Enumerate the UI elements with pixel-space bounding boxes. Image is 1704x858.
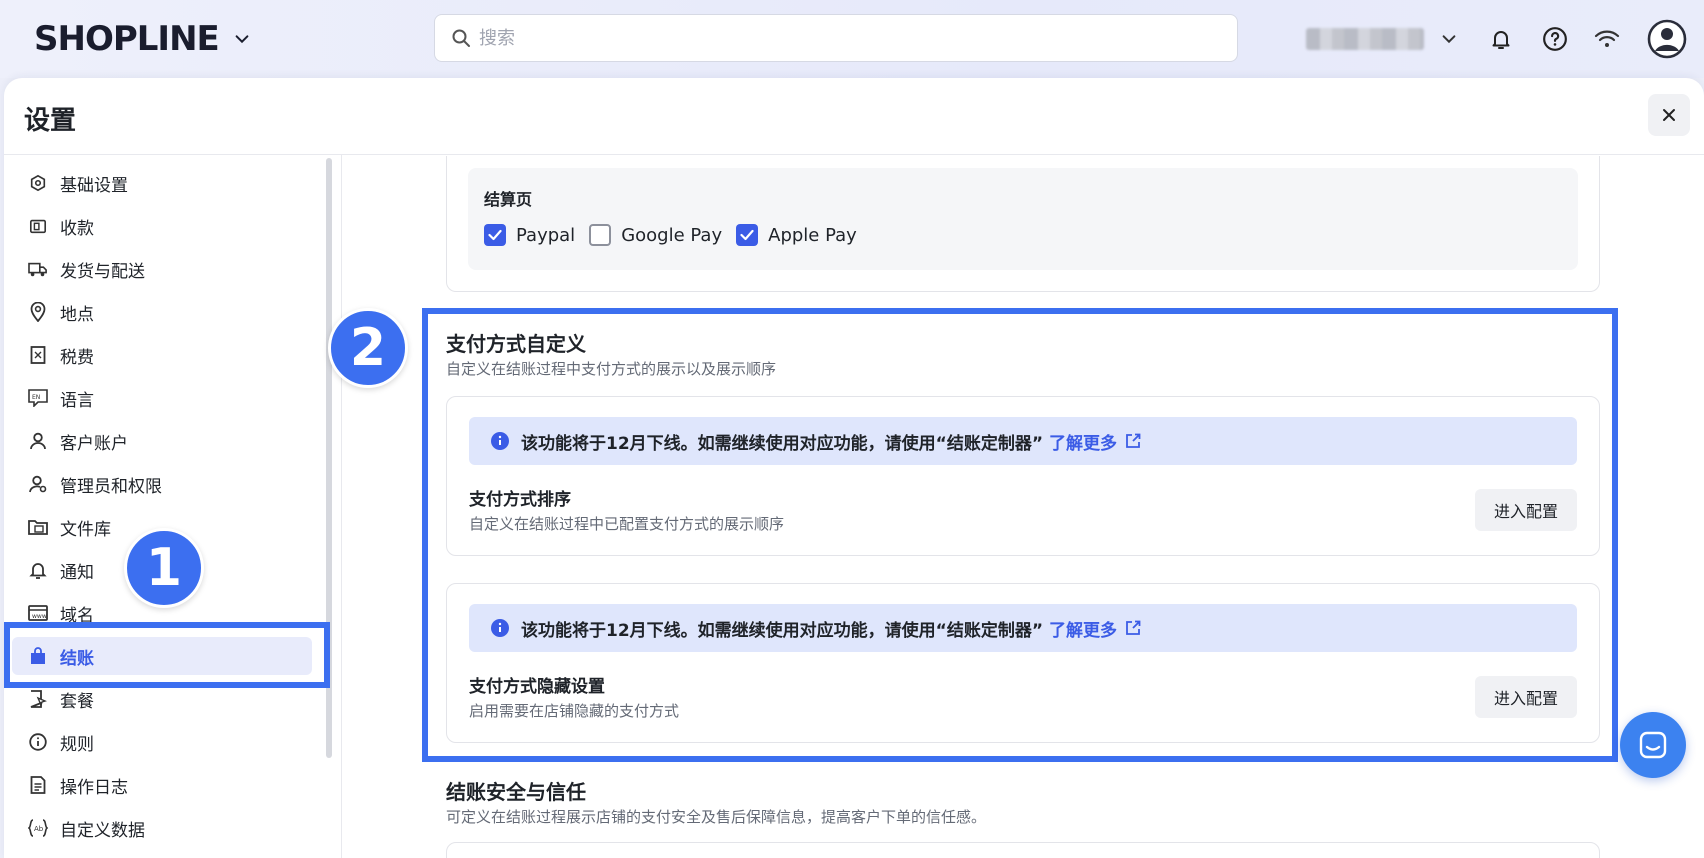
security-subtitle: 可定义在结账过程展示店铺的支付安全及售后保障信息，提高客户下单的信任感。 xyxy=(446,808,987,826)
logo-text: SHOPLINE xyxy=(34,19,220,59)
sidebar-item-locations[interactable]: 地点 xyxy=(12,293,312,331)
custom-data-icon: Ab xyxy=(28,818,48,838)
location-pin-icon xyxy=(28,302,48,322)
language-icon: EN xyxy=(28,388,48,408)
sidebar-item-label: 收款 xyxy=(60,218,94,239)
sidebar-item-label: 文件库 xyxy=(60,519,111,540)
highlight-box-checkout xyxy=(4,622,330,688)
sidebar-item-custom-data[interactable]: Ab 自定义数据 xyxy=(12,809,312,847)
close-icon xyxy=(1663,109,1675,121)
checkbox-checked-icon[interactable] xyxy=(484,224,506,246)
chevron-down-icon[interactable] xyxy=(233,30,251,48)
top-bar: SHOPLINE xyxy=(0,0,1704,78)
checkbox-label: Paypal xyxy=(516,224,576,246)
sidebar-item-label: 税费 xyxy=(60,347,94,368)
sidebar-item-label: 发货与配送 xyxy=(60,261,145,282)
sidebar-item-basic-settings[interactable]: 基础设置 xyxy=(12,164,312,202)
sidebar-item-label: 操作日志 xyxy=(60,777,128,798)
checkout-page-box: 结算页 Paypal Google Pay Apple Pay xyxy=(468,168,1578,270)
checkbox-label: Google Pay xyxy=(621,224,723,246)
folder-icon xyxy=(28,517,48,537)
user-icon xyxy=(28,431,48,451)
help-icon[interactable] xyxy=(1538,22,1572,56)
payment-checkboxes: Paypal Google Pay Apple Pay xyxy=(484,224,871,246)
step-badge-1: 1 xyxy=(124,528,204,608)
sidebar-item-label: 语言 xyxy=(60,390,94,411)
sidebar-item-admins[interactable]: 管理员和权限 xyxy=(12,465,312,503)
sidebar-item-label: 自定义数据 xyxy=(60,820,145,841)
svg-text:EN: EN xyxy=(32,394,40,401)
sidebar-item-customer-accounts[interactable]: 客户账户 xyxy=(12,422,312,460)
log-icon xyxy=(28,775,48,795)
settings-hexagon-icon xyxy=(28,173,48,193)
sidebar-item-label: 套餐 xyxy=(60,691,94,712)
search-bar[interactable] xyxy=(434,14,1238,62)
chat-support-button[interactable] xyxy=(1620,712,1686,778)
truck-icon xyxy=(28,259,48,279)
sidebar-item-shipping[interactable]: 发货与配送 xyxy=(12,250,312,288)
checkbox-label: Apple Pay xyxy=(768,224,857,246)
security-card xyxy=(446,842,1600,858)
wallet-icon xyxy=(28,216,48,236)
highlight-box-payment-custom xyxy=(422,308,1618,762)
shopline-logo[interactable]: SHOPLINE xyxy=(34,18,251,60)
wifi-icon[interactable] xyxy=(1590,22,1624,56)
sidebar-item-activity-log[interactable]: 操作日志 xyxy=(12,766,312,804)
avatar[interactable] xyxy=(1646,18,1688,60)
sidebar-item-label: 基础设置 xyxy=(60,175,128,196)
search-icon xyxy=(452,29,470,47)
sidebar-item-payments[interactable]: 收款 xyxy=(12,207,312,245)
chat-icon xyxy=(1639,731,1667,759)
bell-icon xyxy=(28,560,48,580)
security-title: 结账安全与信任 xyxy=(446,780,586,804)
paypal-checkbox[interactable]: Paypal xyxy=(484,224,575,246)
notification-bell-icon[interactable] xyxy=(1484,22,1518,56)
info-circle-icon xyxy=(28,732,48,752)
sidebar-item-rules[interactable]: 规则 xyxy=(12,723,312,761)
sidebar-item-label: 地点 xyxy=(60,304,94,325)
sidebar-item-label: 规则 xyxy=(60,734,94,755)
sidebar-item-label: 客户账户 xyxy=(60,433,128,454)
close-button[interactable] xyxy=(1648,94,1690,136)
step-badge-2: 2 xyxy=(328,308,408,388)
checkout-page-label: 结算页 xyxy=(484,190,533,209)
svg-text:www: www xyxy=(32,613,47,620)
checkbox-unchecked-icon[interactable] xyxy=(589,224,612,246)
apple-pay-checkbox[interactable]: Apple Pay xyxy=(736,224,857,246)
store-name-redacted[interactable] xyxy=(1306,28,1424,50)
svg-text:Ab: Ab xyxy=(34,825,44,833)
google-pay-checkbox[interactable]: Google Pay xyxy=(589,224,722,246)
sidebar-item-label: 通知 xyxy=(60,562,94,583)
domain-icon: www xyxy=(28,603,48,623)
tax-receipt-icon xyxy=(28,345,48,365)
sidebar-item-language[interactable]: EN 语言 xyxy=(12,379,312,417)
admin-user-icon xyxy=(28,474,48,494)
checkbox-checked-icon[interactable] xyxy=(736,224,759,246)
plan-icon xyxy=(28,689,48,709)
sidebar-item-taxes[interactable]: 税费 xyxy=(12,336,312,374)
page-title: 设置 xyxy=(24,106,77,136)
store-switcher-chevron-icon[interactable] xyxy=(1432,22,1466,56)
sidebar-item-label: 管理员和权限 xyxy=(60,476,162,497)
search-input[interactable] xyxy=(479,27,1179,49)
